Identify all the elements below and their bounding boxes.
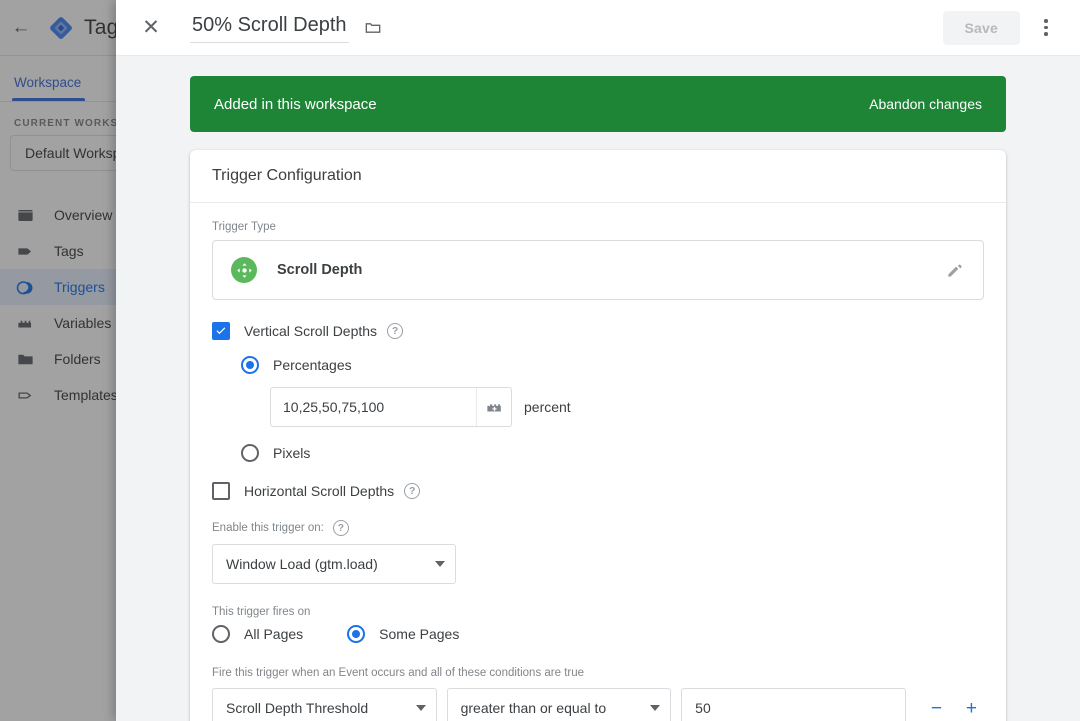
- more-dot: [1044, 19, 1048, 23]
- modal-title-wrap: 50% Scroll Depth: [190, 12, 383, 43]
- close-icon[interactable]: ✕: [134, 11, 168, 45]
- condition-operator-select[interactable]: greater than or equal to: [446, 688, 672, 721]
- trigger-type-box[interactable]: Scroll Depth: [212, 240, 984, 300]
- all-pages-radio[interactable]: [212, 625, 230, 643]
- modal-body: Added in this workspace Abandon changes …: [116, 56, 1080, 721]
- more-vert-icon[interactable]: [1026, 8, 1066, 48]
- banner-message: Added in this workspace: [214, 95, 377, 113]
- add-variable-icon[interactable]: [476, 388, 511, 426]
- some-pages-option[interactable]: Some Pages: [347, 625, 459, 643]
- all-pages-option[interactable]: All Pages: [212, 625, 303, 643]
- some-pages-radio[interactable]: [347, 625, 366, 643]
- abandon-changes-button[interactable]: Abandon changes: [869, 96, 982, 112]
- vertical-scroll-depths-label: Vertical Scroll Depths: [244, 323, 378, 339]
- percentages-radio[interactable]: [241, 356, 259, 374]
- card-content: Trigger Type Scroll Depth Vertical Scrol…: [190, 203, 1006, 721]
- some-pages-label: Some Pages: [379, 626, 460, 642]
- more-dot: [1044, 32, 1048, 36]
- percentages-radio-row[interactable]: Percentages: [241, 356, 984, 374]
- help-icon[interactable]: ?: [332, 520, 349, 536]
- percentages-value-row: percent: [270, 387, 984, 427]
- workspace-status-banner: Added in this workspace Abandon changes: [190, 76, 1006, 132]
- page-title: Trigger Configuration: [212, 167, 362, 184]
- percentages-input-wrap: [270, 387, 512, 427]
- enable-on-label: Enable this trigger on:: [212, 522, 324, 534]
- all-pages-label: All Pages: [244, 626, 304, 642]
- save-button[interactable]: Save: [942, 10, 1020, 45]
- trigger-name-input[interactable]: 50% Scroll Depth: [190, 12, 349, 43]
- horizontal-scroll-depths-checkbox[interactable]: [212, 482, 230, 500]
- pencil-icon[interactable]: [945, 260, 969, 280]
- remove-condition-button[interactable]: −: [924, 693, 949, 721]
- chevron-down-icon: [650, 705, 661, 711]
- chevron-down-icon: [435, 561, 445, 567]
- condition-operator-value: greater than or equal to: [460, 700, 607, 716]
- pixels-radio[interactable]: [241, 444, 259, 462]
- condition-value-input[interactable]: 50: [681, 688, 906, 721]
- chevron-down-icon: [415, 705, 426, 711]
- vertical-scroll-depths-checkbox[interactable]: [212, 322, 230, 340]
- horizontal-scroll-depths-label: Horizontal Scroll Depths: [244, 483, 395, 499]
- fires-on-options: All Pages Some Pages: [212, 625, 984, 643]
- trigger-type-name: Scroll Depth: [277, 262, 363, 278]
- horizontal-scroll-depths-row[interactable]: Horizontal Scroll Depths ?: [212, 482, 984, 500]
- pixels-label: Pixels: [273, 445, 311, 461]
- table-row: Scroll Depth Threshold greater than or e…: [212, 688, 984, 721]
- percentages-label: Percentages: [273, 357, 352, 373]
- conditions-label: Fire this trigger when an Event occurs a…: [212, 667, 585, 679]
- enable-on-value: Window Load (gtm.load): [226, 556, 378, 572]
- pixels-radio-row[interactable]: Pixels: [241, 444, 984, 462]
- trigger-type-label: Trigger Type: [212, 221, 276, 233]
- help-icon[interactable]: ?: [404, 483, 421, 499]
- more-dot: [1044, 25, 1048, 30]
- trigger-configuration-card: Trigger Configuration Trigger Type Scrol…: [190, 150, 1006, 721]
- percent-unit-label: percent: [524, 399, 571, 415]
- help-icon[interactable]: ?: [387, 323, 404, 339]
- vertical-scroll-depths-row[interactable]: Vertical Scroll Depths ?: [212, 322, 984, 340]
- percentages-input[interactable]: [271, 388, 476, 426]
- enable-on-label-row: Enable this trigger on: ?: [212, 520, 984, 536]
- card-header: Trigger Configuration: [190, 150, 1006, 203]
- folder-icon[interactable]: [363, 18, 383, 38]
- trigger-edit-modal: ✕ 50% Scroll Depth Save Added in this wo…: [116, 0, 1080, 721]
- modal-header: ✕ 50% Scroll Depth Save: [116, 0, 1080, 56]
- enable-on-select[interactable]: Window Load (gtm.load): [212, 544, 456, 584]
- add-condition-button[interactable]: +: [959, 693, 984, 721]
- fires-on-label: This trigger fires on: [212, 606, 311, 618]
- condition-variable-value: Scroll Depth Threshold: [226, 700, 369, 716]
- condition-variable-select[interactable]: Scroll Depth Threshold: [212, 688, 437, 721]
- condition-value-text: 50: [695, 700, 711, 716]
- scroll-depth-icon: [231, 257, 257, 283]
